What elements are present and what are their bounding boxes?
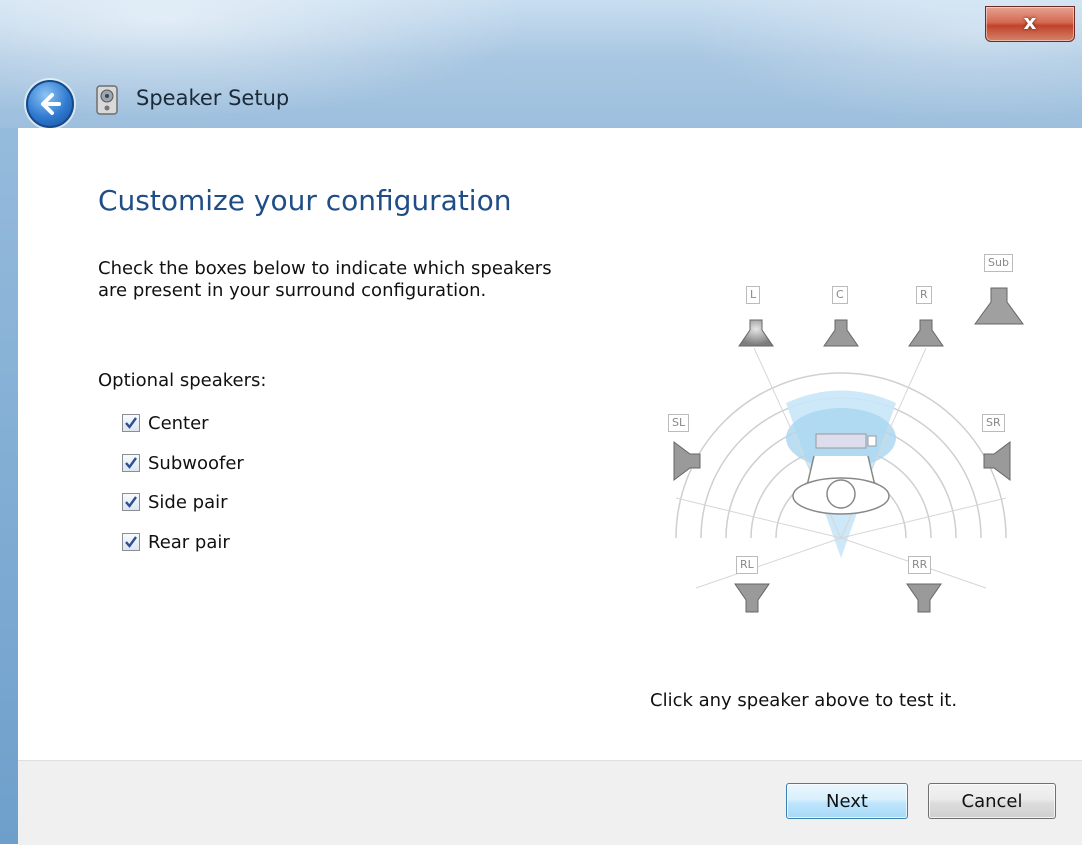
speaker-layout-diagram: L C R Sub SL SR RL RR [656, 238, 1036, 648]
center-checkbox-row[interactable]: Center [122, 410, 209, 436]
rear-pair-label: Rear pair [148, 531, 230, 553]
rear-left-label: RL [736, 556, 758, 574]
subwoofer-label: Subwoofer [148, 452, 244, 474]
rear-pair-checkbox-row[interactable]: Rear pair [122, 529, 230, 555]
subwoofer-speaker-label: Sub [984, 254, 1013, 272]
cancel-button[interactable]: Cancel [928, 783, 1056, 819]
instructions-text: Check the boxes below to indicate which … [98, 258, 552, 301]
checkmark-icon [125, 496, 137, 508]
rear-right-speaker-icon[interactable] [904, 582, 944, 616]
close-button[interactable]: x [985, 6, 1075, 42]
back-button[interactable] [26, 80, 74, 128]
checkmark-icon [125, 536, 137, 548]
optional-speakers-label: Optional speakers: [98, 370, 267, 391]
back-arrow-icon [41, 93, 61, 115]
side-left-label: SL [668, 414, 690, 432]
subwoofer-checkbox-row[interactable]: Subwoofer [122, 450, 244, 476]
side-right-speaker-icon[interactable] [982, 438, 1012, 484]
front-left-label: L [746, 286, 761, 304]
checkmark-icon [125, 457, 137, 469]
center-speaker-label: C [832, 286, 848, 304]
subwoofer-speaker-icon[interactable] [972, 284, 1026, 328]
side-pair-label: Side pair [148, 491, 228, 513]
rear-pair-checkbox[interactable] [122, 533, 140, 551]
close-icon: x [1023, 10, 1037, 34]
next-button[interactable]: Next [786, 783, 908, 819]
content-area: Customize your configuration Check the b… [18, 128, 1082, 760]
footer-bar: Next Cancel [18, 760, 1082, 845]
side-left-speaker-icon[interactable] [672, 438, 702, 484]
side-right-label: SR [982, 414, 1005, 432]
center-speaker-icon[interactable] [821, 314, 861, 350]
title-bar: x Speaker Setup [0, 0, 1082, 128]
window-title: Speaker Setup [136, 86, 290, 110]
page-heading: Customize your configuration [98, 184, 512, 217]
test-hint-text: Click any speaker above to test it. [650, 690, 958, 711]
front-left-speaker-icon[interactable] [736, 314, 776, 350]
front-right-speaker-icon[interactable] [906, 314, 946, 350]
center-label: Center [148, 412, 209, 434]
subwoofer-checkbox[interactable] [122, 454, 140, 472]
rear-right-label: RR [908, 556, 932, 574]
rear-left-speaker-icon[interactable] [732, 582, 772, 616]
side-pair-checkbox[interactable] [122, 493, 140, 511]
center-checkbox[interactable] [122, 414, 140, 432]
side-pair-checkbox-row[interactable]: Side pair [122, 489, 228, 515]
front-right-label: R [916, 286, 932, 304]
speaker-setup-window: x Speaker Setup Customize your configura… [0, 0, 1082, 845]
checkmark-icon [125, 417, 137, 429]
speaker-app-icon [94, 84, 120, 116]
